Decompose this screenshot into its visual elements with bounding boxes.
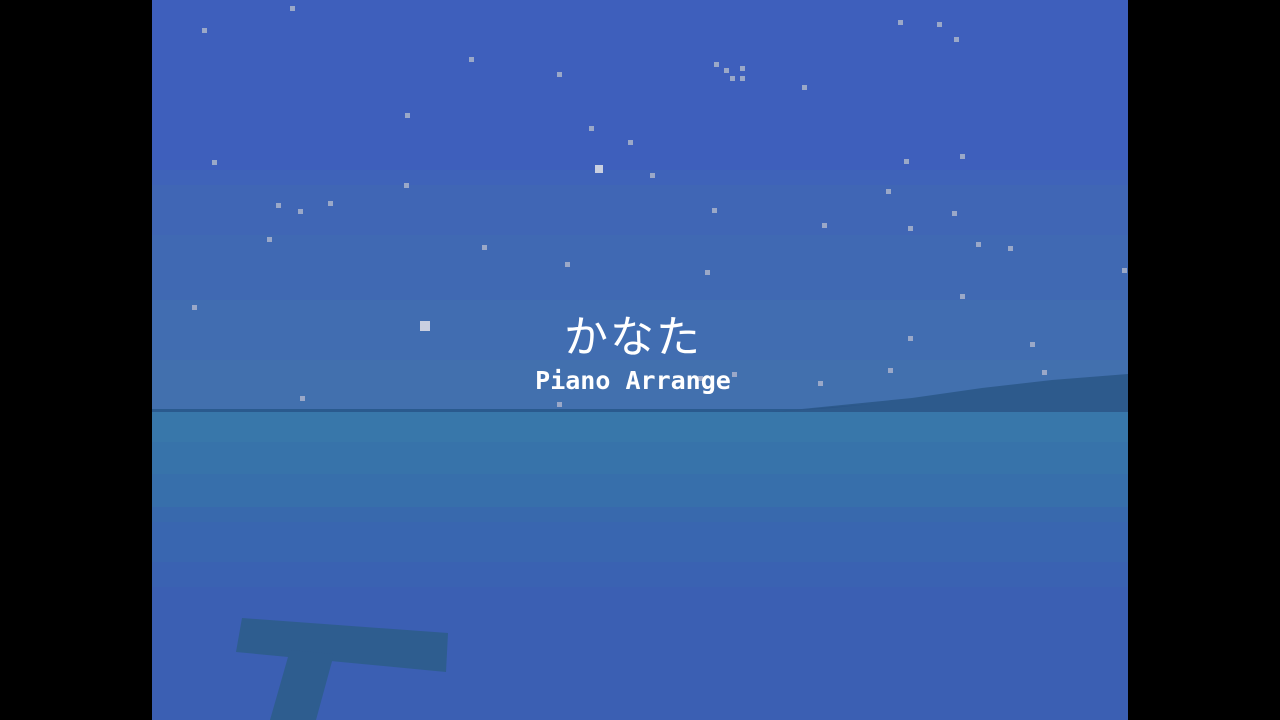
title-block: かなた Piano Arrange (152, 310, 1128, 396)
title-subtitle: Piano Arrange (535, 366, 731, 395)
title-main: かなた (564, 312, 702, 363)
game-scene: かなた Piano Arrange (152, 0, 1128, 720)
letterbox-right (1128, 0, 1280, 720)
letterbox-left (0, 0, 152, 720)
